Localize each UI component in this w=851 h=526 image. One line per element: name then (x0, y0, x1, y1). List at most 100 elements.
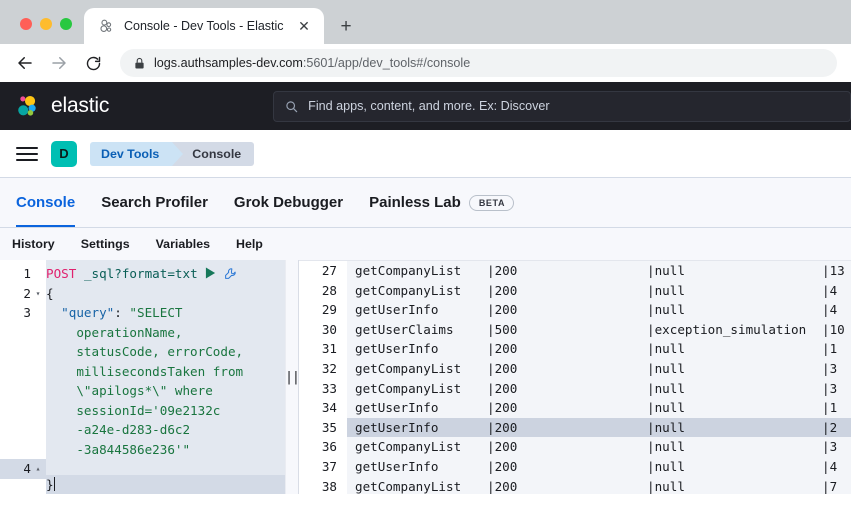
editor-code[interactable]: POST _sql?format=txt { "query": "SELECT … (46, 260, 285, 494)
fold-arrow-icon[interactable]: ▴ (34, 459, 42, 479)
minimize-window-button[interactable] (40, 18, 52, 30)
table-row[interactable]: getCompanyList |200 |null |13 (347, 261, 851, 281)
browser-tab[interactable]: Console - Dev Tools - Elastic ✕ (84, 8, 324, 44)
tab-console-label: Console (16, 194, 76, 211)
output-body[interactable]: getCompanyList |200 |null |13 getCompanyList… (347, 261, 851, 494)
close-window-button[interactable] (20, 18, 32, 30)
cell-operation-name: getUserInfo (355, 458, 439, 474)
editor-gutter-spacer (0, 381, 46, 401)
table-row[interactable]: getCompanyList |200 |null |4 (347, 281, 851, 301)
cell-error-code: |null (647, 282, 685, 298)
table-row[interactable]: getCompanyList |200 |null |3 (347, 379, 851, 399)
editor-code-line[interactable]: { (46, 284, 285, 304)
editor-closing-line[interactable]: } (46, 475, 285, 494)
json-value-continuation: sessionId='09e2132c (46, 402, 221, 418)
cell-error-code: |null (647, 380, 685, 396)
play-icon[interactable] (205, 265, 216, 285)
wrench-icon[interactable] (224, 266, 237, 286)
console-menu-history[interactable]: History (12, 237, 55, 251)
editor-code-line[interactable]: millisecondsTaken from (46, 362, 285, 382)
tab-grok-debugger[interactable]: Grok Debugger (234, 178, 343, 227)
output-line-number: 33 (321, 380, 337, 396)
json-value-continuation: \"apilogs*\" where (46, 383, 213, 398)
browser-tab-title: Console - Dev Tools - Elastic (124, 19, 284, 33)
editor-code-line[interactable]: \"apilogs*\" where (46, 381, 285, 401)
editor-request-line[interactable]: POST _sql?format=txt (46, 264, 285, 284)
tab-painless-lab[interactable]: Painless Lab BETA (369, 178, 515, 227)
table-row[interactable]: getUserInfo |200 |null |4 (347, 457, 851, 477)
tab-search-profiler[interactable]: Search Profiler (101, 178, 208, 227)
console-split-view: 1 2 ▾ 3 4 ▴ POST _sql?format=txt { "query": "… (0, 260, 851, 494)
table-row[interactable]: getUserInfo |200 |null |4 (347, 300, 851, 320)
table-row[interactable]: getUserInfo |200 |null |1 (347, 398, 851, 418)
elastic-logo[interactable]: elastic (14, 93, 109, 120)
cell-operation-name: getCompanyList (355, 360, 462, 376)
search-icon (286, 100, 298, 112)
json-value-continuation: -3a844586e236'" (46, 441, 191, 457)
editor-gutter-spacer (0, 401, 46, 421)
editor-code-line[interactable]: statusCode, errorCode, (46, 342, 285, 362)
cell-status-code: |200 (487, 380, 518, 396)
cell-operation-name: getCompanyList (355, 439, 462, 455)
maximize-window-button[interactable] (60, 18, 72, 30)
console-menu-help[interactable]: Help (236, 237, 263, 251)
editor-code-line[interactable]: -3a844586e236'" (46, 440, 285, 460)
breadcrumb-item-dev-tools[interactable]: Dev Tools (90, 141, 184, 166)
cell-status-code: |200 (487, 263, 518, 278)
cell-operation-name: getCompanyList (355, 282, 462, 298)
editor-line-number-value: 4 (23, 461, 31, 476)
menu-icon-line (16, 152, 38, 155)
new-tab-button[interactable]: + (332, 12, 360, 40)
cell-operation-name: getCompanyList (355, 380, 462, 396)
cell-milliseconds-taken: |1 (822, 341, 838, 357)
menu-icon[interactable] (16, 146, 38, 161)
url-path: :5601/app/dev_tools#/console (302, 56, 471, 70)
cell-milliseconds-taken: |10 (822, 321, 845, 337)
editor-line-number: 3 (0, 303, 46, 323)
close-icon[interactable]: ✕ (294, 16, 314, 36)
cell-operation-name: getCompanyList (355, 263, 462, 278)
breadcrumb-item-console[interactable]: Console (172, 141, 255, 166)
json-value-continuation: statusCode, errorCode, (46, 344, 244, 359)
text-caret (53, 477, 55, 491)
cell-status-code: |200 (487, 282, 518, 298)
address-bar[interactable]: logs.authsamples-dev.com:5601/app/dev_to… (120, 49, 837, 77)
cell-status-code: |200 (487, 458, 518, 474)
table-row[interactable]: getCompanyList |200 |null |3 (347, 359, 851, 379)
console-menu-variables[interactable]: Variables (156, 237, 210, 251)
json-value-continuation: -a24e-d283-d6c2 (46, 422, 191, 437)
reload-icon[interactable] (78, 48, 108, 78)
cell-error-code: |null (647, 419, 685, 435)
back-icon[interactable] (10, 48, 40, 78)
editor-line-number: 4 ▴ (0, 459, 46, 479)
response-output[interactable]: 2728293031323334353637383940 getCompanyL… (299, 260, 851, 494)
cell-operation-name: getUserInfo (355, 400, 439, 416)
editor-code-line[interactable]: operationName, (46, 323, 285, 343)
space-avatar[interactable]: D (51, 140, 77, 167)
forward-icon[interactable] (44, 48, 74, 78)
tab-painless-lab-label: Painless Lab (369, 194, 461, 211)
global-search-input[interactable]: Find apps, content, and more. Ex: Discov… (273, 90, 851, 122)
menu-icon-line (16, 146, 38, 149)
cell-milliseconds-taken: |3 (822, 360, 838, 376)
table-row[interactable]: getUserInfo |200 |null |2 (347, 417, 851, 438)
fold-arrow-icon[interactable]: ▾ (34, 284, 42, 304)
editor-code-line[interactable]: sessionId='09e2132c (46, 401, 285, 421)
elastic-cluster-favicon (100, 19, 112, 32)
json-key: "query" (61, 305, 115, 320)
console-menu-settings[interactable]: Settings (81, 237, 130, 251)
editor-code-line[interactable]: -a24e-d283-d6c2 (46, 420, 285, 440)
editor-code-line[interactable]: "query": "SELECT (46, 303, 285, 323)
cell-milliseconds-taken: |4 (822, 302, 838, 318)
pane-splitter[interactable]: || (285, 260, 300, 494)
tab-console[interactable]: Console (16, 178, 76, 227)
elastic-cluster-icon (18, 95, 36, 116)
editor-line-number: 2 ▾ (0, 284, 46, 304)
table-row[interactable]: getUserClaims |500 |exception_simulation |1… (347, 320, 851, 340)
cell-error-code: |null (647, 439, 685, 455)
table-row[interactable]: getCompanyList |200 |null |7 (347, 477, 851, 494)
request-editor[interactable]: 1 2 ▾ 3 4 ▴ POST _sql?format=txt { "query": "… (0, 260, 285, 494)
table-row[interactable]: getUserInfo |200 |null |1 (347, 339, 851, 359)
elastic-global-header: elastic Find apps, content, and more. Ex… (0, 82, 851, 130)
table-row[interactable]: getCompanyList |200 |null |3 (347, 437, 851, 457)
